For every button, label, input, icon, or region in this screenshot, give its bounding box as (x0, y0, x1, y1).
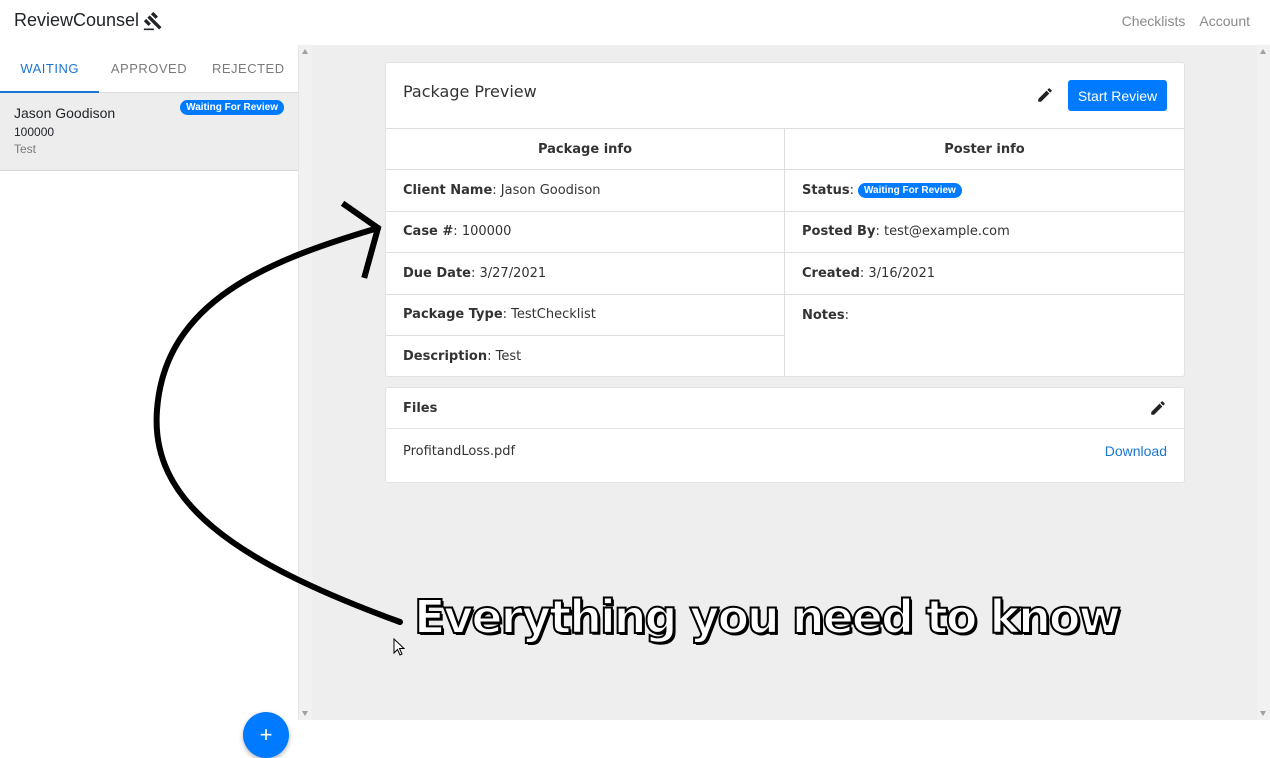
top-navbar: ReviewCounsel Checklists Account (0, 0, 1270, 45)
package-info-header: Package info (386, 129, 784, 171)
package-sidebar: WAITING APPROVED REJECTED Jason Goodison… (0, 45, 299, 758)
files-title: Files (403, 400, 438, 416)
pencil-icon[interactable] (1149, 399, 1167, 417)
list-item-description: Test (14, 142, 37, 156)
nav-account[interactable]: Account (1199, 13, 1250, 29)
brand-name: ReviewCounsel (14, 10, 140, 30)
package-list-item[interactable]: Jason Goodison 100000 Test Waiting For R… (0, 93, 298, 171)
status-row: Status: Waiting For Review (785, 170, 1184, 212)
gavel-icon (143, 11, 162, 30)
file-row: ProfitandLoss.pdf Download (386, 429, 1184, 473)
tab-approved[interactable]: APPROVED (99, 45, 198, 92)
file-name: ProfitandLoss.pdf (403, 443, 516, 459)
poster-info-header: Poster info (785, 129, 1184, 171)
plus-icon: + (259, 722, 273, 747)
package-type-row: Package Type: TestChecklist (386, 295, 784, 336)
tab-rejected[interactable]: REJECTED (199, 45, 298, 92)
notes-row: Notes: (802, 307, 854, 323)
main-scrollbar[interactable] (1257, 45, 1270, 720)
nav-checklists[interactable]: Checklists (1122, 13, 1186, 29)
posted-by-row: Posted By: test@example.com (785, 212, 1184, 254)
mouse-cursor-icon (393, 638, 405, 656)
tab-waiting[interactable]: WAITING (0, 45, 100, 93)
start-review-button[interactable]: Start Review (1068, 80, 1167, 111)
list-item-case-number: 100000 (14, 125, 55, 139)
status-badge: Waiting For Review (857, 183, 962, 199)
due-date-row: Due Date: 3/27/2021 (386, 253, 784, 295)
files-card: Files ProfitandLoss.pdf Download (385, 387, 1185, 483)
files-header: Files (386, 388, 1184, 429)
poster-info-column: Poster info Status: Waiting For Review Po… (785, 129, 1184, 377)
add-package-button[interactable]: + (243, 712, 289, 758)
download-link[interactable]: Download (1105, 443, 1167, 459)
preview-title: Package Preview (403, 82, 537, 101)
preview-header: Package Preview Start Review (386, 63, 1184, 129)
case-number-row: Case #: 100000 (386, 212, 784, 254)
top-nav-links: Checklists Account (1122, 13, 1250, 29)
brand-logo[interactable]: ReviewCounsel (14, 10, 163, 31)
client-name-row: Client Name: Jason Goodison (386, 170, 784, 212)
promo-caption: Everything you need to know (413, 589, 1122, 645)
sidebar-scrollbar[interactable] (299, 45, 312, 720)
pencil-icon[interactable] (1036, 86, 1054, 104)
status-tabs: WAITING APPROVED REJECTED (0, 45, 298, 93)
package-preview-card: Package Preview Start Review Package inf… (385, 62, 1185, 377)
created-row: Created: 3/16/2021 (785, 253, 1184, 295)
status-badge: Waiting For Review (180, 100, 284, 115)
package-info-column: Package info Client Name: Jason Goodison… (386, 129, 785, 377)
description-row: Description: Test (403, 349, 522, 365)
